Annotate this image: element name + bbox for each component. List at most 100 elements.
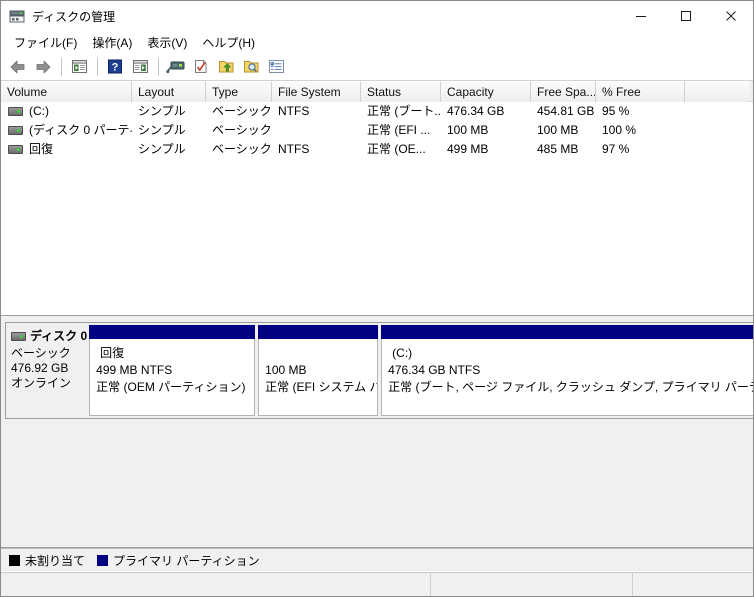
partition-status: 正常 (EFI システム パー: — [265, 380, 377, 394]
volume-cell: (C:) — [1, 102, 132, 121]
file-system-cell — [272, 121, 361, 140]
drive-icon — [11, 332, 26, 341]
menu-bar: ファイル(F) 操作(A) 表示(V) ヘルプ(H) — [1, 31, 753, 53]
disk-size: 476.92 GB — [11, 361, 69, 375]
partition-strip: 回復 499 MB NTFS 正常 (OEM パーティション) 100 MB 正… — [87, 322, 753, 419]
table-row[interactable]: (ディスク 0 パーティシ... シンプル ベーシック 正常 (EFI ... … — [1, 121, 753, 140]
type-cell: ベーシック — [212, 142, 272, 156]
type-cell: ベーシック — [212, 123, 272, 137]
menu-file[interactable]: ファイル(F) — [7, 32, 85, 53]
svg-text:?: ? — [112, 62, 119, 74]
partition-name — [265, 345, 377, 362]
capacity-cell: 499 MB — [447, 142, 489, 156]
file-system-cell: NTFS — [278, 142, 310, 156]
unallocated-swatch — [9, 554, 20, 566]
forward-icon[interactable] — [31, 56, 55, 78]
partition-capacity-bar — [381, 325, 753, 339]
maximize-button[interactable] — [663, 1, 708, 31]
partition-c[interactable]: (C:) 476.34 GB NTFS 正常 (ブート, ページ ファイル, ク… — [381, 325, 753, 416]
partition-details: 100 MB 正常 (EFI システム パー: — [258, 339, 379, 416]
column-percent-free[interactable]: % Free — [596, 81, 685, 102]
file-system-cell: NTFS — [278, 104, 310, 118]
column-filler[interactable] — [685, 81, 749, 102]
legend-unallocated-label: 未割り当て — [25, 553, 86, 568]
partition-capacity-bar — [89, 325, 256, 339]
separator-2 — [97, 57, 98, 76]
menu-help[interactable]: ヘルプ(H) — [195, 32, 263, 53]
minimize-button[interactable] — [618, 1, 663, 31]
volume-label: (C:) — [29, 104, 49, 118]
legend-primary-partition-label: プライマリ パーティション — [113, 553, 260, 568]
title-bar: ディスクの管理 — [1, 1, 753, 31]
percent-free-cell: 97 % — [602, 142, 630, 156]
close-button[interactable] — [708, 1, 753, 31]
disk-row-0[interactable]: ディスク 0 ベーシック 476.92 GB オンライン 回復 499 MB N… — [5, 322, 753, 419]
properties-icon[interactable] — [189, 56, 213, 78]
column-free-space[interactable]: Free Spa... — [531, 81, 596, 102]
disk-graphical-view[interactable]: ディスク 0 ベーシック 476.92 GB オンライン 回復 499 MB N… — [1, 316, 753, 548]
free-space-cell: 100 MB — [537, 123, 579, 137]
menu-action[interactable]: 操作(A) — [85, 32, 140, 53]
disk-info-panel[interactable]: ディスク 0 ベーシック 476.92 GB オンライン — [5, 322, 88, 419]
table-row[interactable]: 回復 シンプル ベーシック NTFS 正常 (OE... 499 MB 485 … — [1, 140, 753, 159]
column-file-system[interactable]: File System — [272, 81, 361, 102]
separator-1 — [61, 57, 62, 76]
status-bar-cell-1 — [1, 572, 431, 596]
column-type[interactable]: Type — [206, 81, 272, 102]
partition-details: 回復 499 MB NTFS 正常 (OEM パーティション) — [89, 339, 256, 416]
status-bar-cell-3 — [633, 572, 753, 596]
layout-cell: シンプル — [138, 142, 186, 156]
list-view-icon[interactable] — [264, 56, 288, 78]
type-cell: ベーシック — [212, 104, 272, 118]
drive-icon — [8, 107, 23, 116]
status-bar — [1, 571, 753, 596]
disk-type: ベーシック — [11, 346, 71, 360]
rescan-disks-icon[interactable] — [164, 56, 188, 78]
column-status[interactable]: Status — [361, 81, 441, 102]
menu-view[interactable]: 表示(V) — [140, 32, 195, 53]
search-icon[interactable] — [239, 56, 263, 78]
export-list-icon[interactable] — [214, 56, 238, 78]
volume-cell: (ディスク 0 パーティシ... — [1, 121, 132, 140]
legend: 未割り当て プライマリ パーティション — [1, 548, 753, 571]
volume-label: (ディスク 0 パーティシ... — [29, 123, 132, 137]
column-volume[interactable]: Volume — [1, 81, 132, 102]
legend-primary-partition: プライマリ パーティション — [97, 552, 260, 569]
partition-efi[interactable]: 100 MB 正常 (EFI システム パー: — [258, 325, 379, 416]
window-title: ディスクの管理 — [32, 9, 116, 24]
window-controls — [618, 1, 753, 31]
percent-free-cell: 100 % — [602, 123, 637, 137]
primary-partition-swatch — [97, 554, 109, 566]
partition-size: 476.34 GB NTFS — [388, 363, 481, 377]
partition-capacity-bar — [258, 325, 379, 339]
layout-cell: シンプル — [138, 104, 186, 118]
column-capacity[interactable]: Capacity — [441, 81, 531, 102]
volume-list[interactable]: Volume Layout Type File System Status Ca… — [1, 81, 753, 316]
capacity-cell: 476.34 GB — [447, 104, 505, 118]
percent-free-cell: 95 % — [602, 104, 630, 118]
partition-recovery[interactable]: 回復 499 MB NTFS 正常 (OEM パーティション) — [89, 325, 256, 416]
partition-status: 正常 (OEM パーティション) — [96, 380, 246, 394]
disk-management-icon — [9, 8, 25, 24]
partition-name: 回復 — [100, 346, 125, 360]
disk-management-window: ディスクの管理 ファイル(F) 操作(A) 表示(V) ヘルプ(H) ? Vol… — [0, 0, 754, 597]
disk-title: ディスク 0 — [11, 329, 87, 344]
back-icon[interactable] — [6, 56, 30, 78]
disk-status: オンライン — [11, 376, 72, 390]
help-icon[interactable]: ? — [103, 56, 127, 78]
layout-cell: シンプル — [138, 123, 186, 137]
volume-label: 回復 — [29, 142, 54, 156]
capacity-cell: 100 MB — [447, 123, 489, 137]
status-cell: 正常 (OE... — [367, 142, 426, 156]
volume-list-header: Volume Layout Type File System Status Ca… — [1, 81, 753, 102]
volume-cell: 回復 — [1, 140, 132, 159]
free-space-cell: 485 MB — [537, 142, 579, 156]
partition-name: (C:) — [392, 346, 413, 360]
up-one-level-icon[interactable] — [67, 56, 91, 78]
status-bar-cell-2 — [431, 572, 633, 596]
column-layout[interactable]: Layout — [132, 81, 206, 102]
show-hide-console-tree-icon[interactable] — [128, 56, 152, 78]
legend-unallocated: 未割り当て — [9, 552, 85, 569]
table-row[interactable]: (C:) シンプル ベーシック NTFS 正常 (ブート... 476.34 G… — [1, 102, 753, 121]
partition-status: 正常 (ブート, ページ ファイル, クラッシュ ダンプ, プライマリ パーティ… — [388, 380, 753, 394]
